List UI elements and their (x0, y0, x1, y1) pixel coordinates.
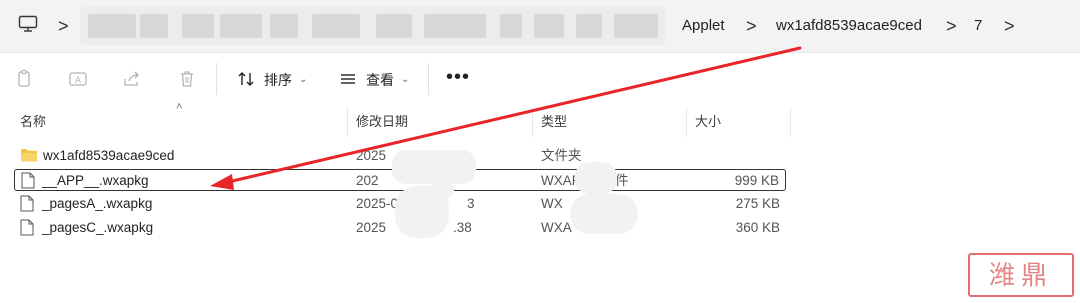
share-icon[interactable] (122, 69, 142, 94)
toolbar-divider (428, 63, 429, 95)
file-type: WX (541, 196, 563, 211)
delete-icon[interactable] (177, 69, 197, 94)
blurred-crumb (500, 14, 522, 38)
file-icon (21, 172, 35, 194)
column-header-type[interactable]: 类型 (541, 114, 567, 130)
blurred-crumb (576, 14, 602, 38)
column-header-row: ˄ 名称 修改日期 类型 大小 (0, 101, 1080, 137)
blurred-crumb (614, 14, 658, 38)
computer-icon[interactable] (18, 15, 38, 38)
file-modified: 202 (356, 173, 379, 188)
column-divider[interactable] (686, 107, 687, 137)
rename-icon[interactable]: A (68, 69, 88, 94)
blurred-crumb (270, 14, 298, 38)
file-size: 275 KB (735, 196, 780, 211)
file-type: 文件夹 (541, 148, 582, 163)
blurred-crumb (88, 14, 136, 38)
blurred-crumb (424, 14, 486, 38)
column-header-modified[interactable]: 修改日期 (356, 114, 408, 130)
more-options-button[interactable]: ••• (446, 67, 470, 87)
file-modified-suffix: 3 (467, 196, 475, 211)
file-type-suffix: 件 (615, 173, 629, 188)
blurred-crumb (534, 14, 564, 38)
file-name: wx1afd8539acae9ced (43, 148, 175, 163)
file-size: 999 KB (734, 173, 779, 188)
column-divider[interactable] (532, 107, 533, 137)
obscured-path (80, 7, 665, 45)
chevron-down-icon[interactable]: ⌄ (401, 71, 409, 89)
blurred-crumb (220, 14, 262, 38)
redaction-blob (575, 162, 617, 194)
redaction-blob (430, 182, 454, 198)
watermark-stamp: 潍鼎 (968, 253, 1074, 297)
breadcrumb-separator-icon[interactable]: > (746, 16, 757, 36)
breadcrumb-appid[interactable]: wx1afd8539acae9ced (776, 16, 922, 36)
chevron-down-icon[interactable]: ⌄ (299, 71, 307, 89)
redaction-blob (392, 150, 476, 184)
file-type: WXA (541, 220, 572, 235)
toolbar-divider (216, 63, 217, 95)
file-modified-suffix: .38 (453, 220, 472, 235)
sort-ascending-icon: ˄ (176, 101, 183, 113)
file-name: __APP__.wxapkg (42, 173, 149, 188)
column-divider[interactable] (347, 107, 348, 137)
copy-icon[interactable] (14, 69, 34, 94)
blurred-crumb (140, 14, 168, 38)
file-name: _pagesC_.wxapkg (42, 220, 154, 235)
command-bar: A 排序 ⌄ 查看 ⌄ ••• (0, 53, 1080, 103)
file-modified: 2025 (356, 220, 387, 235)
column-divider[interactable] (790, 107, 791, 137)
breadcrumb-folder-7[interactable]: 7 (974, 16, 982, 36)
column-header-size[interactable]: 大小 (695, 114, 721, 130)
sort-icon[interactable] (236, 69, 256, 94)
watermark-text: 潍鼎 (988, 261, 1053, 291)
file-icon (20, 219, 34, 241)
view-icon[interactable] (338, 69, 358, 94)
breadcrumb-separator-icon[interactable]: > (1004, 16, 1015, 36)
sort-button[interactable]: 排序 (264, 71, 292, 89)
file-icon (20, 195, 34, 217)
breadcrumb-applet[interactable]: Applet (682, 16, 725, 36)
file-size: 360 KB (735, 220, 780, 235)
svg-text:A: A (75, 76, 82, 86)
blurred-crumb (376, 14, 412, 38)
folder-icon (20, 147, 38, 168)
file-name: _pagesA_.wxapkg (42, 196, 153, 211)
blurred-crumb (312, 14, 360, 38)
file-modified: 2025-0 (356, 196, 399, 211)
blurred-crumb (182, 14, 214, 38)
address-bar: > Applet > wx1afd8539acae9ced > 7 > (0, 0, 1080, 53)
file-modified: 2025 (356, 148, 387, 163)
breadcrumb-separator-icon[interactable]: > (946, 16, 957, 36)
view-button[interactable]: 查看 (366, 71, 394, 89)
column-header-name[interactable]: 名称 (20, 114, 46, 130)
redaction-blob (570, 194, 638, 234)
breadcrumb-separator-icon[interactable]: > (58, 16, 69, 36)
